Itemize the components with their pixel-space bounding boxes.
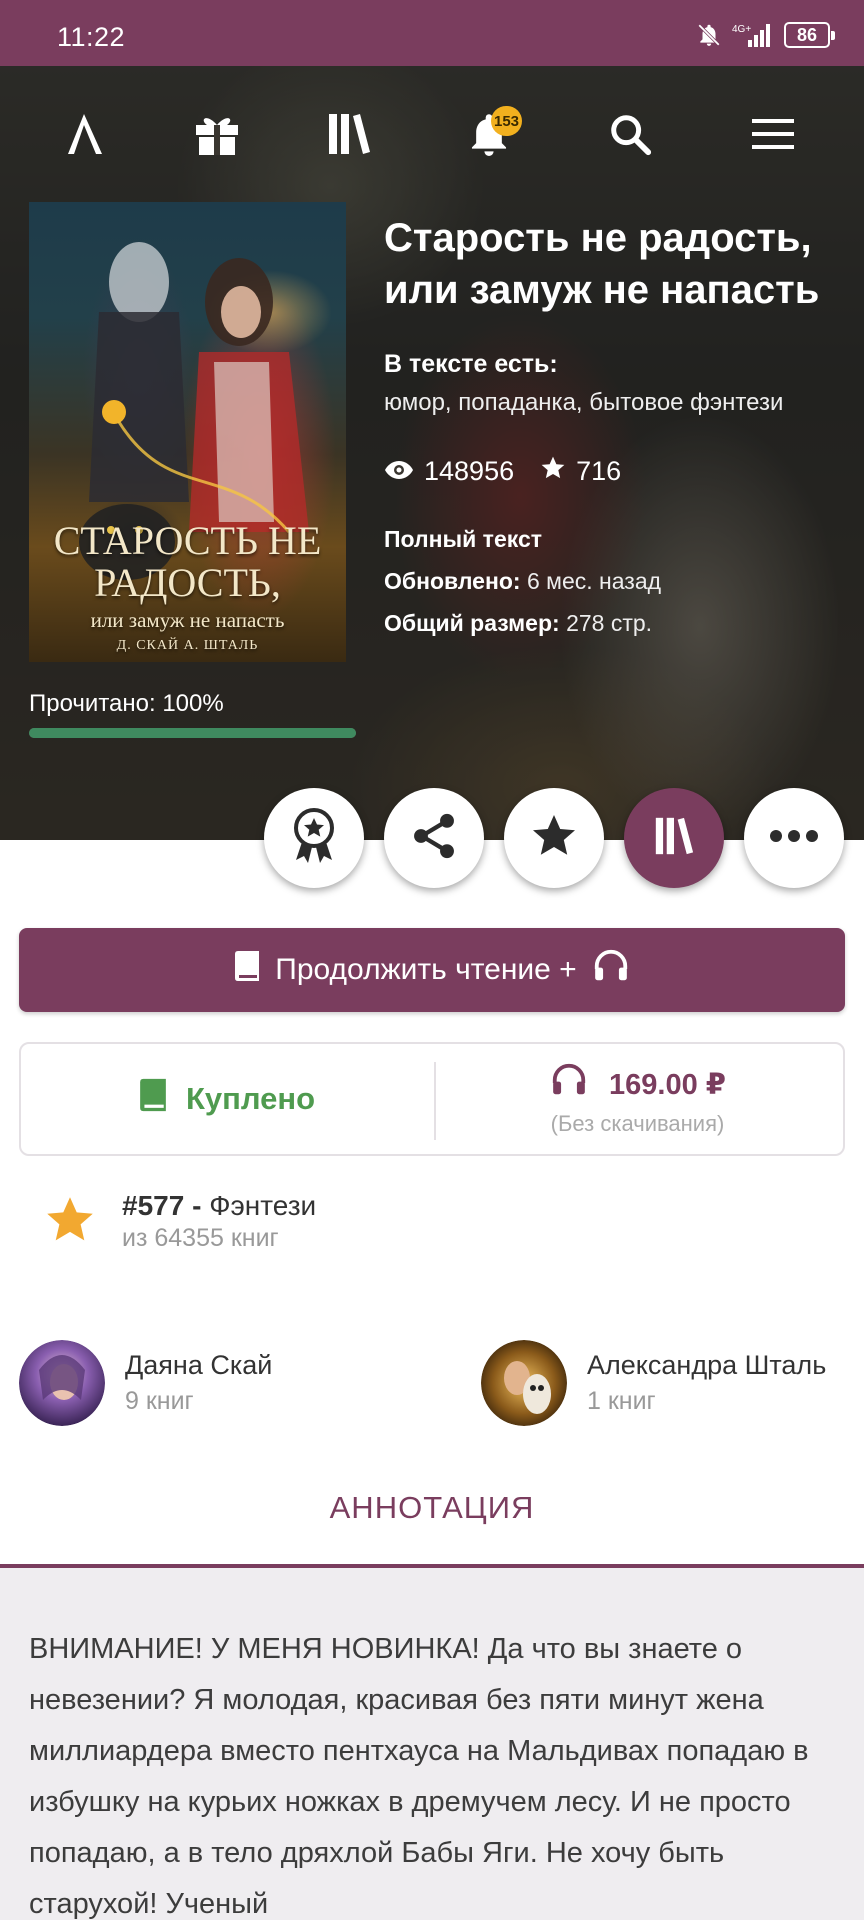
cover-title-line2: РАДОСТЬ, bbox=[94, 560, 281, 605]
more-icon bbox=[769, 829, 819, 848]
top-navigation: 153 bbox=[0, 106, 864, 162]
favorite-button[interactable] bbox=[504, 788, 604, 888]
book-icon bbox=[233, 950, 261, 990]
views-count: 148956 bbox=[424, 456, 515, 486]
audio-price: 169.00 ₽ bbox=[609, 1068, 726, 1101]
logo-lambda-icon[interactable] bbox=[55, 106, 115, 162]
award-icon bbox=[288, 806, 340, 871]
book-meta: Полный текст Обновлено: 6 мес. назад Общ… bbox=[384, 518, 844, 644]
network-type-text: 4G+ bbox=[732, 24, 751, 35]
bell-icon[interactable]: 153 bbox=[459, 106, 523, 162]
award-button[interactable] bbox=[264, 788, 364, 888]
purchase-card: Куплено 169.00 ₽ (Без скачивания) bbox=[19, 1042, 845, 1156]
star-icon bbox=[530, 812, 578, 865]
gift-icon[interactable] bbox=[187, 106, 247, 162]
views-stat: 148956 bbox=[384, 456, 514, 487]
search-icon[interactable] bbox=[600, 106, 660, 162]
book-title: Старость не радость, или замуж не напаст… bbox=[384, 216, 820, 312]
status-time: 11:22 bbox=[57, 22, 126, 52]
hamburger-menu-icon[interactable] bbox=[743, 106, 803, 162]
author-book-count: 9 книг bbox=[125, 1387, 194, 1415]
battery-level: 86 bbox=[796, 24, 818, 45]
more-button[interactable] bbox=[744, 788, 844, 888]
size-value: 278 стр. bbox=[566, 610, 653, 636]
library-icon[interactable] bbox=[319, 106, 379, 162]
book-cover[interactable]: СТАРОСТЬ НЕ РАДОСТЬ, или замуж не напаст… bbox=[29, 202, 346, 662]
read-progress-fill bbox=[29, 728, 356, 738]
genre-list[interactable]: юмор, попаданка, бытовое фэнтези bbox=[384, 389, 844, 417]
author-item[interactable]: Даяна Скай 9 книг bbox=[19, 1340, 272, 1426]
likes-stat: 716 bbox=[540, 455, 621, 488]
status-bar: 11:22 4G+ 86 bbox=[0, 0, 864, 66]
updated-value: 6 мес. назад bbox=[526, 568, 662, 594]
share-icon bbox=[408, 810, 460, 867]
author-item[interactable]: Александра Шталь 1 книг bbox=[481, 1340, 826, 1426]
library-button[interactable] bbox=[624, 788, 724, 888]
star-icon bbox=[540, 455, 566, 488]
status-icons: 4G+ 86 bbox=[696, 22, 835, 48]
completion-status: Полный текст bbox=[384, 526, 543, 552]
continue-reading-label: Продолжить чтение + bbox=[275, 953, 577, 986]
bought-section[interactable]: Куплено bbox=[21, 1044, 432, 1154]
avatar bbox=[481, 1340, 567, 1426]
headphones-icon bbox=[591, 947, 631, 993]
audio-price-section[interactable]: 169.00 ₽ (Без скачивания) bbox=[432, 1044, 843, 1154]
cover-subtitle: или замуж не напасть bbox=[90, 608, 285, 632]
signal-icon: 4G+ bbox=[732, 22, 774, 48]
size-label: Общий размер: bbox=[384, 610, 560, 636]
library-icon bbox=[652, 816, 696, 861]
book-hero: 153 СТАРОСТЬ НЕ РАДОСТЬ, или замуж не на… bbox=[0, 66, 864, 840]
cover-authors: Д. СКАЙ А. ШТАЛЬ bbox=[116, 638, 259, 653]
share-button[interactable] bbox=[384, 788, 484, 888]
continue-reading-button[interactable]: Продолжить чтение + bbox=[19, 928, 845, 1012]
battery-icon: 86 bbox=[784, 22, 835, 48]
book-actions bbox=[264, 788, 846, 890]
read-progress-bar bbox=[29, 728, 356, 738]
rank-total: из 64355 книг bbox=[122, 1224, 279, 1252]
read-progress-label: Прочитано: 100% bbox=[29, 690, 224, 717]
eye-icon bbox=[384, 456, 414, 487]
notifications-badge: 153 bbox=[491, 106, 523, 136]
tab-annotation[interactable]: АННОТАЦИЯ bbox=[0, 1490, 864, 1526]
audio-price-note: (Без скачивания) bbox=[550, 1111, 725, 1136]
headphones-icon bbox=[549, 1061, 589, 1107]
book-stats: 148956 716 bbox=[384, 455, 844, 488]
likes-count: 716 bbox=[576, 456, 622, 486]
author-name: Даяна Скай bbox=[125, 1350, 273, 1380]
bought-label: Куплено bbox=[185, 1081, 316, 1116]
bell-muted-icon bbox=[696, 22, 722, 48]
avatar bbox=[19, 1340, 105, 1426]
genre-rank[interactable]: #577 - Фэнтези из 64355 книг bbox=[44, 1190, 316, 1253]
star-icon bbox=[44, 1190, 96, 1251]
rank-position: #577 - bbox=[122, 1190, 202, 1221]
author-name: Александра Шталь bbox=[587, 1350, 827, 1380]
cover-title-line1: СТАРОСТЬ НЕ bbox=[53, 518, 322, 563]
updated-label: Обновлено: bbox=[384, 568, 521, 594]
genre-heading: В тексте есть: bbox=[384, 350, 558, 378]
book-info: Старость не радость, или замуж не напаст… bbox=[384, 212, 844, 644]
annotation-text: ВНИМАНИЕ! У МЕНЯ НОВИНКА! Да что вы знае… bbox=[29, 1633, 809, 1920]
book-icon bbox=[138, 1077, 168, 1121]
rank-category: Фэнтези bbox=[209, 1190, 317, 1221]
author-book-count: 1 книг bbox=[587, 1387, 656, 1415]
